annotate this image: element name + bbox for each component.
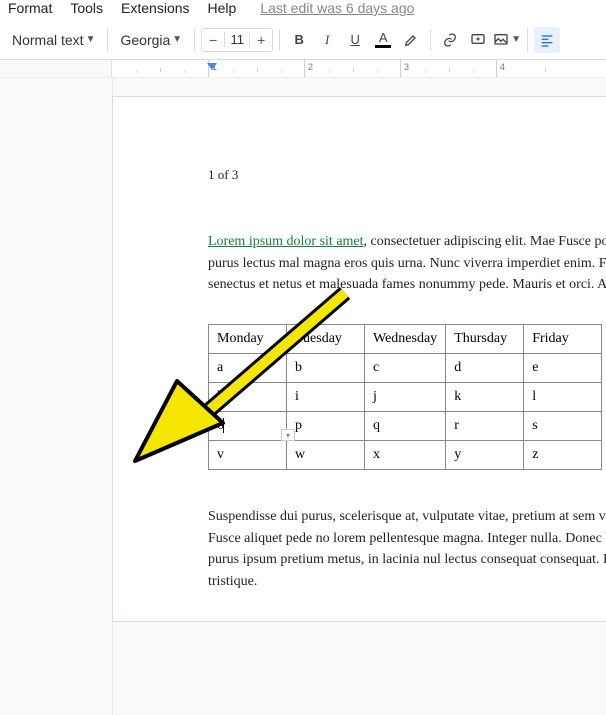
- menu-format[interactable]: Format: [8, 0, 52, 16]
- italic-button[interactable]: I: [314, 27, 340, 53]
- menu-help[interactable]: Help: [208, 0, 237, 16]
- table-cell[interactable]: x: [365, 441, 446, 470]
- table-cell[interactable]: d: [446, 354, 524, 383]
- font-size-value[interactable]: 11: [224, 32, 250, 47]
- insert-link-button[interactable]: [437, 27, 463, 53]
- highlight-color-button[interactable]: [398, 27, 424, 53]
- page-indicator: 1 of 3: [208, 167, 606, 183]
- table-cell[interactable]: k: [446, 383, 524, 412]
- insert-image-button[interactable]: ▼: [493, 27, 521, 53]
- chevron-down-icon: ▼: [172, 34, 182, 45]
- table-row[interactable]: v w x y z: [209, 441, 602, 470]
- table-row[interactable]: o p q r s: [209, 412, 602, 441]
- chevron-down-icon: ▼: [511, 34, 521, 45]
- table-header-cell[interactable]: Tuesday: [287, 325, 365, 354]
- decrease-size-button[interactable]: −: [202, 29, 224, 51]
- table-header-cell[interactable]: Thursday: [446, 325, 524, 354]
- font-size-stepper[interactable]: − 11 +: [201, 28, 273, 52]
- last-edit-info[interactable]: Last edit was 6 days ago: [260, 0, 414, 16]
- add-comment-button[interactable]: [465, 27, 491, 53]
- bold-button[interactable]: B: [286, 27, 312, 53]
- table-cell[interactable]: e: [524, 354, 602, 383]
- hyperlink[interactable]: Lorem ipsum dolor sit amet: [208, 234, 364, 249]
- font-family-dropdown[interactable]: Georgia ▼: [114, 27, 188, 53]
- table-header-cell[interactable]: Monday: [209, 325, 287, 354]
- text-cursor: [223, 418, 224, 433]
- table-cell[interactable]: c: [365, 354, 446, 383]
- table-cell[interactable]: q: [365, 412, 446, 441]
- document-canvas[interactable]: 1 of 3 Lorem ipsum dolor sit amet, conse…: [0, 78, 606, 715]
- table-cell[interactable]: a: [209, 354, 287, 383]
- paragraph[interactable]: Suspendisse dui purus, scelerisque at, v…: [208, 506, 606, 593]
- document-table[interactable]: Monday Tuesday Wednesday Thursday Friday…: [208, 324, 602, 470]
- chevron-down-icon: ▼: [86, 34, 96, 45]
- table-cell[interactable]: v: [209, 441, 287, 470]
- underline-button[interactable]: U: [342, 27, 368, 53]
- table-row[interactable]: h i j k l: [209, 383, 602, 412]
- table-cell[interactable]: r: [446, 412, 524, 441]
- table-cell[interactable]: h: [209, 383, 287, 412]
- align-left-icon: [539, 32, 555, 48]
- table-cell[interactable]: w: [287, 441, 365, 470]
- table-header-cell[interactable]: Friday: [524, 325, 602, 354]
- table-cell-active[interactable]: o: [209, 412, 287, 441]
- paragraph-style-dropdown[interactable]: Normal text ▼: [6, 27, 101, 53]
- image-icon: [493, 32, 509, 48]
- row-handle[interactable]: ▾: [281, 429, 295, 441]
- table-cell[interactable]: y: [446, 441, 524, 470]
- table-cell[interactable]: l: [524, 383, 602, 412]
- table-cell[interactable]: p: [287, 412, 365, 441]
- menu-tools[interactable]: Tools: [70, 0, 103, 16]
- table-row[interactable]: Monday Tuesday Wednesday Thursday Friday: [209, 325, 602, 354]
- paragraph[interactable]: Lorem ipsum dolor sit amet, consectetuer…: [208, 231, 606, 296]
- menu-bar: Format Tools Extensions Help Last edit w…: [0, 0, 606, 22]
- toolbar: Normal text ▼ Georgia ▼ − 11 + B I U A: [0, 22, 606, 60]
- table-cell[interactable]: b: [287, 354, 365, 383]
- table-cell[interactable]: i: [287, 383, 365, 412]
- table-cell[interactable]: j: [365, 383, 446, 412]
- table-cell[interactable]: s: [524, 412, 602, 441]
- align-left-button[interactable]: [534, 27, 560, 53]
- comment-icon: [470, 32, 486, 48]
- table-cell[interactable]: z: [524, 441, 602, 470]
- horizontal-ruler[interactable]: 1 2 3 4: [0, 60, 606, 78]
- document-page[interactable]: 1 of 3 Lorem ipsum dolor sit amet, conse…: [112, 96, 606, 622]
- table-row[interactable]: a b c d e: [209, 354, 602, 383]
- menu-extensions[interactable]: Extensions: [121, 0, 189, 16]
- text-color-button[interactable]: A: [370, 27, 396, 53]
- link-icon: [442, 32, 458, 48]
- increase-size-button[interactable]: +: [250, 29, 272, 51]
- indent-marker[interactable]: [207, 63, 217, 70]
- table-header-cell[interactable]: Wednesday: [365, 325, 446, 354]
- highlighter-icon: [403, 32, 419, 48]
